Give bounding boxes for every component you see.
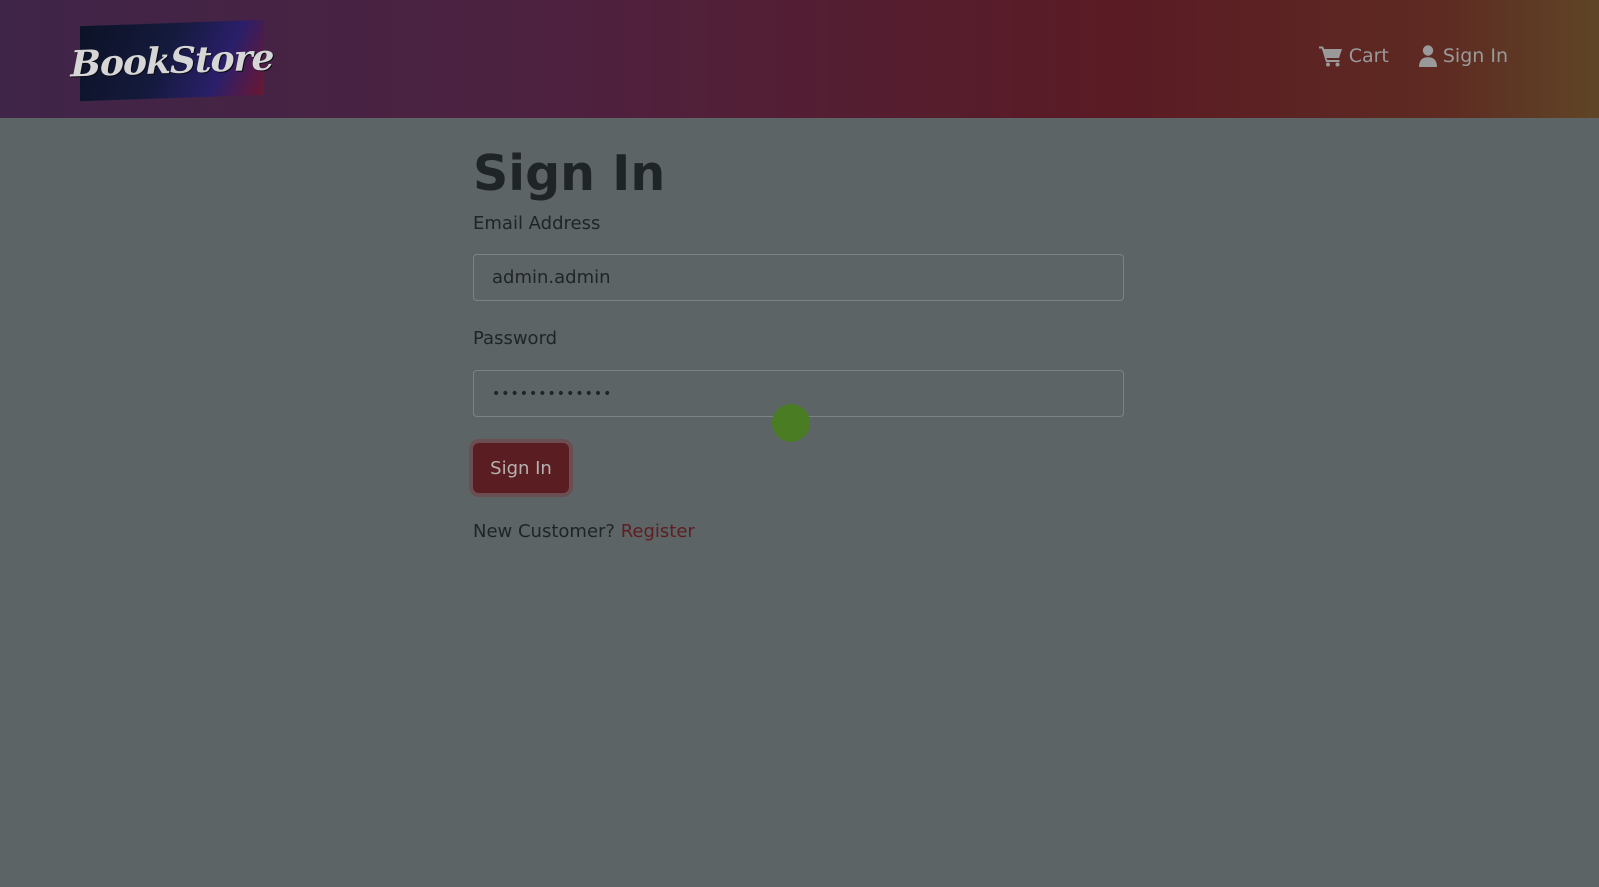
nav-signin-link[interactable]: Sign In [1418,45,1508,67]
register-link[interactable]: Register [621,521,695,542]
password-label: Password [473,328,558,349]
user-icon [1418,45,1437,67]
nav-cart-link[interactable]: Cart [1318,45,1389,67]
register-prompt: New Customer? Register [473,521,695,542]
signin-form: Sign In Email Address Password Sign In N… [473,140,1126,542]
cart-label: Cart [1348,45,1389,67]
nav-links: Cart Sign In [1318,45,1508,67]
bookstore-logo[interactable]: BookStore [71,19,273,102]
signin-nav-label: Sign In [1442,45,1508,67]
logo-text: BookStore [70,35,274,86]
email-field[interactable] [473,254,1124,301]
new-customer-text: New Customer? [473,521,615,542]
email-label: Email Address [473,213,601,234]
cursor-indicator [772,404,810,442]
signin-submit-button[interactable]: Sign In [473,443,569,493]
shopping-cart-icon [1318,46,1342,67]
page-title: Sign In [473,145,666,202]
navbar: BookStore Cart Sign In [0,0,1599,118]
